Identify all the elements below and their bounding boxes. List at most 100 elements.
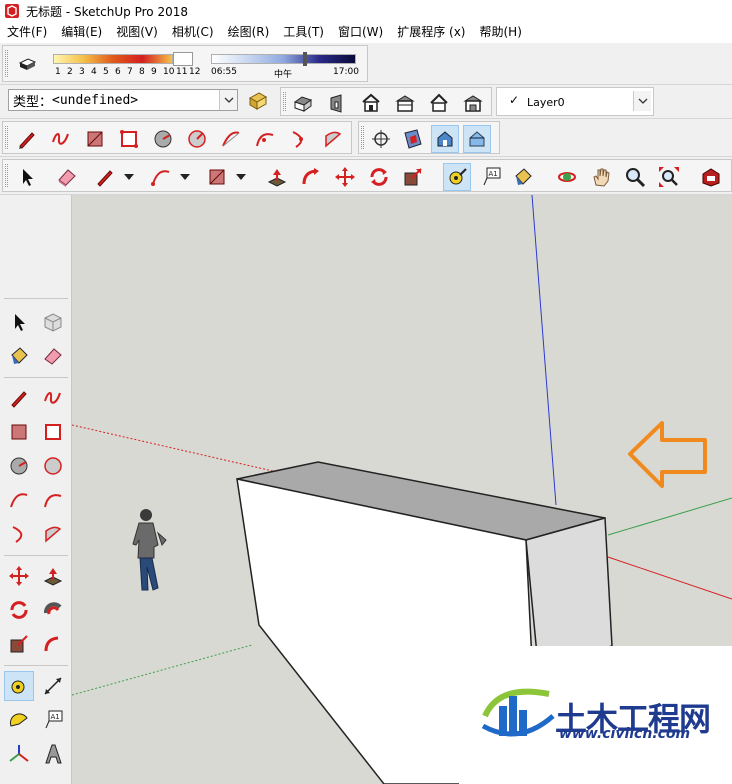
zoom-tool-button[interactable] xyxy=(621,163,649,191)
toolbar-handle[interactable] xyxy=(5,50,8,77)
time-slider-thumb[interactable] xyxy=(303,52,307,66)
front-view-button[interactable] xyxy=(357,89,385,117)
line-tool-button[interactable] xyxy=(13,125,41,153)
chevron-down-icon[interactable] xyxy=(219,90,237,110)
warehouse-button[interactable] xyxy=(697,163,725,191)
line-tools-dropdown[interactable] xyxy=(123,163,135,191)
select-tool-button-left[interactable] xyxy=(4,307,34,337)
rotated-rectangle-button-left[interactable] xyxy=(38,417,68,447)
line-tool-button-2[interactable] xyxy=(91,163,119,191)
eraser-tool-button[interactable] xyxy=(53,163,81,191)
3d-text-button-left[interactable] xyxy=(38,739,68,769)
polygon-tool-button[interactable] xyxy=(183,125,211,153)
circle-button-left[interactable] xyxy=(4,451,34,481)
shadow-settings-button[interactable] xyxy=(13,50,41,78)
scale-button-left[interactable] xyxy=(4,629,34,659)
eraser-button-left[interactable] xyxy=(38,341,68,371)
rectangle-button-left[interactable] xyxy=(4,417,34,447)
freehand-button-left[interactable] xyxy=(38,383,68,413)
orbit-tool-button[interactable] xyxy=(553,163,581,191)
paint-bucket-tool-button[interactable] xyxy=(509,163,537,191)
month-label: 2 xyxy=(67,67,73,77)
hand-icon xyxy=(593,168,610,187)
circle-icon xyxy=(10,457,28,475)
pan-tool-button[interactable] xyxy=(587,163,615,191)
component-options-button[interactable] xyxy=(244,87,272,115)
arc-tools-dropdown[interactable] xyxy=(179,163,191,191)
text-button-left[interactable]: A1 xyxy=(38,705,68,735)
two-point-arc-button-left[interactable] xyxy=(38,485,68,515)
month-slider-track[interactable] xyxy=(53,54,173,64)
toolbar-handle[interactable] xyxy=(5,164,8,187)
three-point-arc-button-left[interactable] xyxy=(4,519,34,549)
rectangle-tool-button[interactable] xyxy=(81,125,109,153)
three-point-arc-tool-button[interactable] xyxy=(285,125,313,153)
offset-button-left[interactable] xyxy=(38,595,68,625)
menu-extensions[interactable]: 扩展程序 (x) xyxy=(390,22,472,43)
push-pull-button-left[interactable] xyxy=(38,561,68,591)
arc-tool-button[interactable] xyxy=(217,125,245,153)
arc-button-left[interactable] xyxy=(4,485,34,515)
zoom-extents-tool-button[interactable] xyxy=(655,163,683,191)
toolbar-handle[interactable] xyxy=(283,92,286,111)
text-tool-button[interactable]: A1 xyxy=(477,163,505,191)
shape-tool-button[interactable] xyxy=(203,163,231,191)
box-side-face[interactable] xyxy=(525,517,613,666)
top-view-button[interactable] xyxy=(391,89,419,117)
menu-camera[interactable]: 相机(C) xyxy=(165,22,221,43)
menu-edit[interactable]: 编辑(E) xyxy=(54,22,109,43)
arc-tool-button-2[interactable] xyxy=(147,163,175,191)
push-pull-icon xyxy=(43,568,63,586)
chevron-down-icon[interactable] xyxy=(633,91,651,111)
follow-me-tool-button[interactable] xyxy=(297,163,325,191)
entity-type-label: 类型： xyxy=(13,94,53,110)
pie-tool-button[interactable] xyxy=(319,125,347,153)
left-view-button[interactable] xyxy=(459,89,487,117)
pie-button-left[interactable] xyxy=(38,519,68,549)
time-slider-track[interactable] xyxy=(211,54,356,64)
menu-view[interactable]: 视图(V) xyxy=(109,22,165,43)
select-tool-button[interactable] xyxy=(13,163,41,191)
toolbar-handle[interactable] xyxy=(361,126,364,149)
tape-measure-button-left[interactable] xyxy=(4,671,34,701)
rotate-button-left[interactable] xyxy=(4,595,34,625)
rotate-tool-button[interactable] xyxy=(365,163,393,191)
menu-draw[interactable]: 绘图(R) xyxy=(221,22,277,43)
shape-tools-dropdown[interactable] xyxy=(235,163,247,191)
circle-tool-button[interactable] xyxy=(149,125,177,153)
iso-view-button[interactable] xyxy=(289,89,317,117)
entity-type-select[interactable]: 类型： <undefined> xyxy=(8,89,238,111)
right-view-button[interactable] xyxy=(323,89,351,117)
menu-file[interactable]: 文件(F) xyxy=(0,22,54,43)
make-component-button[interactable] xyxy=(38,307,68,337)
move-button-left[interactable] xyxy=(4,561,34,591)
menu-tools[interactable]: 工具(T) xyxy=(276,22,331,43)
menu-window[interactable]: 窗口(W) xyxy=(331,22,390,43)
scale-tool-button[interactable] xyxy=(399,163,427,191)
section-plane-button[interactable] xyxy=(399,125,427,153)
toolbar-handle[interactable] xyxy=(5,126,8,149)
layer-select[interactable]: Layer0 xyxy=(523,91,651,113)
zoom-extents-icon xyxy=(659,167,679,187)
dimension-button-left[interactable] xyxy=(38,671,68,701)
follow-me-button-left[interactable] xyxy=(38,629,68,659)
protractor-button-left[interactable] xyxy=(4,705,34,735)
month-slider-thumb[interactable] xyxy=(173,52,193,66)
menu-help[interactable]: 帮助(H) xyxy=(472,22,528,43)
polygon-button-left[interactable] xyxy=(38,451,68,481)
tape-measure-tool-button[interactable] xyxy=(443,163,471,191)
line-button-left[interactable] xyxy=(4,383,34,413)
sketchup-window: 无标题 - SketchUp Pro 2018 文件(F) 编辑(E) 视图(V… xyxy=(0,0,732,784)
push-pull-tool-button[interactable] xyxy=(263,163,291,191)
axes-button-left[interactable] xyxy=(4,739,34,769)
move-tool-button[interactable] xyxy=(331,163,359,191)
house-3d-blue-button[interactable] xyxy=(431,125,459,153)
house-3d-xray-button[interactable] xyxy=(463,125,491,153)
freehand-tool-button[interactable] xyxy=(47,125,75,153)
paint-bucket-button-left[interactable] xyxy=(4,341,34,371)
person-figure[interactable] xyxy=(132,509,167,591)
rotated-rectangle-tool-button[interactable] xyxy=(115,125,143,153)
back-view-button[interactable] xyxy=(425,89,453,117)
position-camera-button[interactable] xyxy=(367,125,395,153)
two-point-arc-tool-button[interactable] xyxy=(251,125,279,153)
